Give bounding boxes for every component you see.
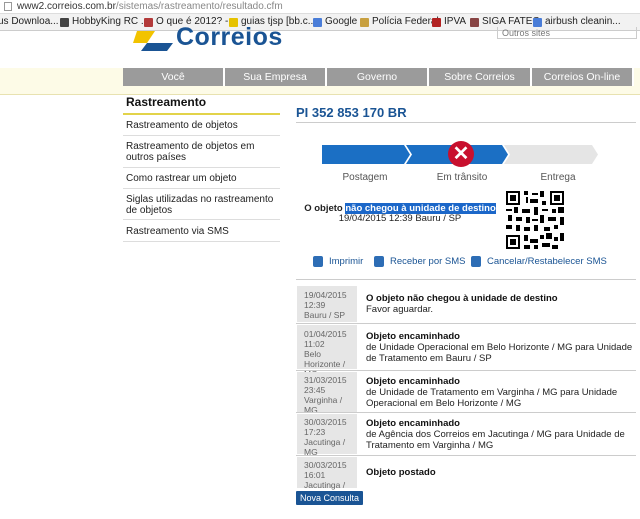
print-icon [313,256,323,267]
bookmark-item[interactable]: Polícia Federal [360,14,439,30]
correios-logo-icon[interactable] [133,31,173,51]
event-description: de Unidade de Tratamento em Varginha / M… [366,387,618,409]
step-label-entrega: Entrega [540,172,576,183]
event-meta: 19/04/2015 12:39 Bauru / SP [304,290,347,320]
bookmark-label: us Downloa... [0,16,59,27]
divider [123,167,280,168]
tab-sobre-correios[interactable]: Sobre Correios [429,68,532,86]
step-label-transito: Em trânsito [436,172,488,183]
event-title: Objeto encaminhado [366,418,460,429]
divider [123,135,280,136]
page-icon [4,2,12,11]
bookmark-item[interactable]: IPVA [432,14,466,30]
receive-sms-button[interactable]: Receber por SMS [374,256,466,267]
site-icon [144,17,153,27]
phone-icon [374,256,384,267]
event-title: O objeto não chegou à unidade de destino [366,293,558,304]
hobbyking-icon [60,17,69,27]
step-postagem-bar [322,145,410,164]
other-sites-select[interactable]: Outros sites [497,27,637,39]
main-nav: Você Sua Empresa Governo Sobre Correios … [0,68,640,86]
url-text[interactable]: www2.correios.com.br/sistemas/rastreamen… [17,0,283,13]
sidebar-item-siglas[interactable]: Siglas utilizadas no rastreamento de obj… [126,194,278,216]
event-meta: 30/03/2015 17:23 Jacutinga / MG [304,417,347,457]
address-bar[interactable]: www2.correios.com.br/sistemas/rastreamen… [0,0,640,14]
event-meta: 31/03/2015 23:45 Varginha / MG [304,375,347,415]
tab-sua-empresa[interactable]: Sua Empresa [225,68,327,86]
tracking-code-title: PI 352 853 170 BR [296,105,407,120]
divider [123,219,280,220]
sidebar-item-outros-paises[interactable]: Rastreamento de objetos em outros países [126,141,278,163]
flag-icon [432,17,441,27]
event-title: Objeto encaminhado [366,376,460,387]
divider [296,455,636,456]
nav-divider [0,86,640,95]
bookmark-item[interactable]: HobbyKing RC ... [60,14,149,30]
tab-correios-online[interactable]: Correios On-line [532,68,634,86]
event-title: Objeto postado [366,467,436,478]
book-icon [470,17,479,27]
sidebar-title: Rastreamento [126,95,207,109]
divider [296,122,636,123]
event-description: de Agência dos Correios em Jacutinga / M… [366,429,625,451]
qr-code-icon [506,191,564,249]
cancel-sms-button[interactable]: Cancelar/Restabelecer SMS [471,256,607,267]
divider [123,188,280,189]
site-logo-text[interactable]: Correios [176,23,283,52]
step-label-postagem: Postagem [342,172,388,183]
tab-governo[interactable]: Governo [327,68,429,86]
google-icon [313,17,322,27]
delivery-failed-icon: ✕ [448,141,474,167]
divider [123,113,280,115]
divider [296,412,636,413]
event-title: Objeto encaminhado [366,331,460,342]
new-query-button[interactable]: Nova Consulta [296,491,363,505]
divider [296,279,636,280]
event-description: de Unidade Operacional em Belo Horizonte… [366,342,633,364]
divider [123,241,280,242]
bookmark-item[interactable]: Google [313,14,357,30]
bookmark-item[interactable]: us Downloa... [0,14,59,30]
sidebar-item-como-rastrear[interactable]: Como rastrear um objeto [126,173,278,184]
print-button[interactable]: Imprimir [313,256,363,267]
sidebar-item-rastreamento[interactable]: Rastreamento de objetos [126,120,278,131]
status-date-place: 19/04/2015 12:39 Bauru / SP [338,213,462,224]
divider [296,370,636,371]
badge-icon [360,17,369,27]
step-entrega-bar [504,145,598,164]
phone-cancel-icon [471,256,481,267]
event-description: Favor aguardar. [366,304,434,315]
divider [296,323,636,324]
tab-voce[interactable]: Você [123,68,225,86]
search-icon [533,17,542,27]
sidebar-item-sms[interactable]: Rastreamento via SMS [126,226,278,237]
